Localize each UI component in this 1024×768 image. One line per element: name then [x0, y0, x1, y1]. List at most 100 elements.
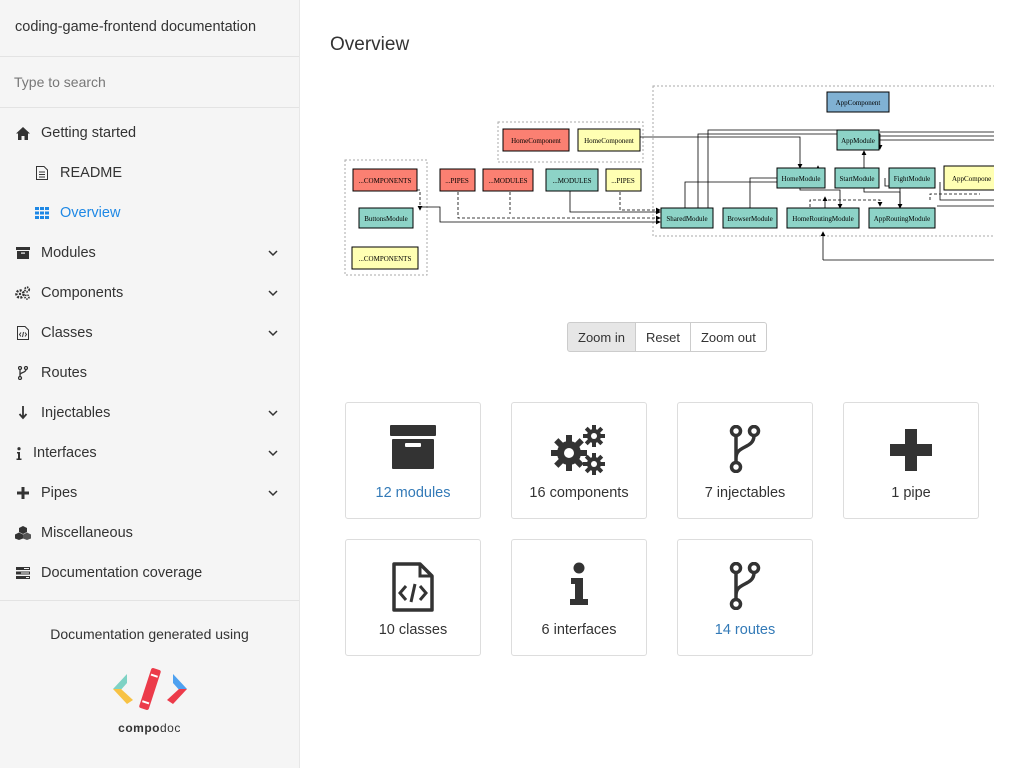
graph-node-buttons-module[interactable]: ButtonsModule: [358, 207, 414, 229]
card-routes[interactable]: 14 routes: [677, 539, 813, 656]
card-injectables[interactable]: 7 injectables: [677, 402, 813, 519]
chevron-down-icon[interactable]: [267, 247, 279, 259]
sidebar-item-pipes[interactable]: Pipes: [0, 473, 299, 513]
compodoc-logo-icon: [112, 668, 187, 710]
sidebar-item-label: Getting started: [41, 125, 137, 141]
graph-node-app-component-yellow[interactable]: AppCompone: [943, 165, 994, 191]
cubes-icon: [15, 525, 31, 541]
sidebar-item-classes[interactable]: Classes: [0, 313, 299, 353]
sidebar-menu: Getting started README Overview Modules: [0, 108, 299, 593]
graph-node-home-component-red[interactable]: HomeComponent: [502, 128, 570, 152]
zoom-reset-button[interactable]: Reset: [634, 322, 691, 352]
dependency-graph-svg: AppComponent AppModule HomeComponent Hom…: [344, 85, 994, 276]
sidebar-footer: Documentation generated using compodoc: [0, 600, 299, 735]
main-content: Overview AppComponent AppModule HomeComp…: [300, 0, 1024, 768]
chevron-down-icon[interactable]: [267, 487, 279, 499]
dependency-graph[interactable]: AppComponent AppModule HomeComponent Hom…: [340, 82, 994, 282]
tasks-icon: [15, 565, 31, 581]
plus-icon: [15, 485, 31, 501]
sidebar-item-injectables[interactable]: Injectables: [0, 393, 299, 433]
sidebar-item-getting-started[interactable]: Getting started: [0, 113, 299, 153]
sidebar-item-label: Miscellaneous: [41, 525, 133, 541]
graph-node-modules-red[interactable]: ...MODULES: [482, 168, 534, 192]
chevron-down-icon[interactable]: [267, 327, 279, 339]
card-label: 12 modules: [375, 485, 451, 501]
sidebar-item-components[interactable]: Components: [0, 273, 299, 313]
card-label: 6 interfaces: [541, 622, 617, 638]
sidebar-item-miscellaneous[interactable]: Miscellaneous: [0, 513, 299, 553]
info-icon: [15, 445, 23, 461]
svg-text:HomeComponent: HomeComponent: [511, 137, 561, 145]
svg-text:AppCompone: AppCompone: [952, 175, 991, 183]
card-modules[interactable]: 12 modules: [345, 402, 481, 519]
svg-text:FightModule: FightModule: [894, 175, 931, 183]
code-fork-icon: [678, 425, 812, 473]
file-text-icon: [34, 165, 50, 181]
sidebar-item-overview[interactable]: Overview: [0, 193, 299, 233]
sidebar-item-label: Interfaces: [33, 445, 97, 461]
graph-node-components-red[interactable]: ...COMPONENTS: [352, 168, 418, 192]
sidebar-item-interfaces[interactable]: Interfaces: [0, 433, 299, 473]
code-fork-icon: [678, 562, 812, 610]
graph-node-browser-module[interactable]: BrowserModule: [722, 207, 778, 229]
card-classes[interactable]: 10 classes: [345, 539, 481, 656]
graph-node-app-component[interactable]: AppComponent: [826, 91, 890, 113]
graph-node-pipes-yellow[interactable]: ...PIPES: [605, 168, 642, 192]
compodoc-logo[interactable]: compodoc: [105, 664, 195, 735]
graph-node-shared-module[interactable]: SharedModule: [660, 207, 714, 229]
sidebar-item-readme[interactable]: README: [0, 153, 299, 193]
home-icon: [15, 125, 31, 141]
graph-node-app-routing-module[interactable]: AppRoutingModule: [868, 207, 936, 229]
sidebar-item-label: Classes: [41, 325, 93, 341]
graph-node-home-module[interactable]: HomeModule: [776, 167, 826, 189]
compodoc-wordmark: compodoc: [118, 721, 181, 735]
chevron-down-icon[interactable]: [267, 407, 279, 419]
sidebar-item-coverage[interactable]: Documentation coverage: [0, 553, 299, 593]
graph-node-fight-module[interactable]: FightModule: [888, 167, 936, 189]
sidebar-item-modules[interactable]: Modules: [0, 233, 299, 273]
sidebar-item-label: Documentation coverage: [41, 565, 203, 581]
graph-node-pipes-red[interactable]: ...PIPES: [439, 168, 476, 192]
svg-text:...COMPONENTS: ...COMPONENTS: [359, 255, 412, 263]
chevron-down-icon[interactable]: [267, 447, 279, 459]
svg-text:BrowserModule: BrowserModule: [727, 215, 773, 223]
svg-text:SharedModule: SharedModule: [666, 215, 707, 223]
zoom-out-button[interactable]: Zoom out: [689, 322, 767, 352]
svg-text:...COMPONENTS: ...COMPONENTS: [359, 177, 412, 185]
graph-node-modules-green[interactable]: ...MODULES: [545, 168, 599, 192]
generated-using-text: Documentation generated using: [50, 626, 249, 642]
graph-node-home-routing-module[interactable]: HomeRoutingModule: [786, 207, 860, 229]
card-pipes[interactable]: 1 pipe: [843, 402, 979, 519]
svg-text:HomeModule: HomeModule: [782, 175, 821, 183]
sidebar-item-label: Injectables: [41, 405, 111, 421]
zoom-in-button[interactable]: Zoom in: [567, 322, 636, 352]
svg-text:AppRoutingModule: AppRoutingModule: [874, 215, 930, 223]
file-code-icon: [346, 562, 480, 612]
sidebar-item-label: Modules: [41, 245, 96, 261]
graph-node-home-component-yellow[interactable]: HomeComponent: [577, 128, 641, 152]
sidebar-item-label: README: [60, 165, 123, 181]
svg-text:AppComponent: AppComponent: [836, 99, 881, 107]
card-components[interactable]: 16 components: [511, 402, 647, 519]
chevron-down-icon[interactable]: [267, 287, 279, 299]
graph-node-components-yellow[interactable]: ...COMPONENTS: [351, 246, 419, 270]
arrow-down-icon: [15, 405, 31, 421]
graph-node-start-module[interactable]: StartModule: [834, 167, 880, 189]
gears-icon: [512, 425, 646, 475]
graph-node-app-module[interactable]: AppModule: [836, 129, 880, 151]
svg-text:AppModule: AppModule: [841, 137, 875, 145]
card-label: 7 injectables: [704, 485, 786, 501]
archive-icon: [15, 245, 31, 261]
plus-icon: [844, 425, 978, 473]
gears-icon: [15, 285, 31, 301]
search-input[interactable]: [0, 57, 299, 107]
svg-text:HomeComponent: HomeComponent: [584, 137, 634, 145]
sidebar-app-title[interactable]: coding-game-frontend documentation: [0, 0, 299, 57]
svg-text:...MODULES: ...MODULES: [488, 177, 527, 185]
svg-text:...PIPES: ...PIPES: [611, 177, 635, 185]
svg-text:StartModule: StartModule: [840, 175, 875, 183]
graph-nodes: AppComponent AppModule HomeComponent Hom…: [351, 91, 994, 270]
sidebar-item-routes[interactable]: Routes: [0, 353, 299, 393]
card-label: 10 classes: [378, 622, 448, 638]
card-interfaces[interactable]: 6 interfaces: [511, 539, 647, 656]
